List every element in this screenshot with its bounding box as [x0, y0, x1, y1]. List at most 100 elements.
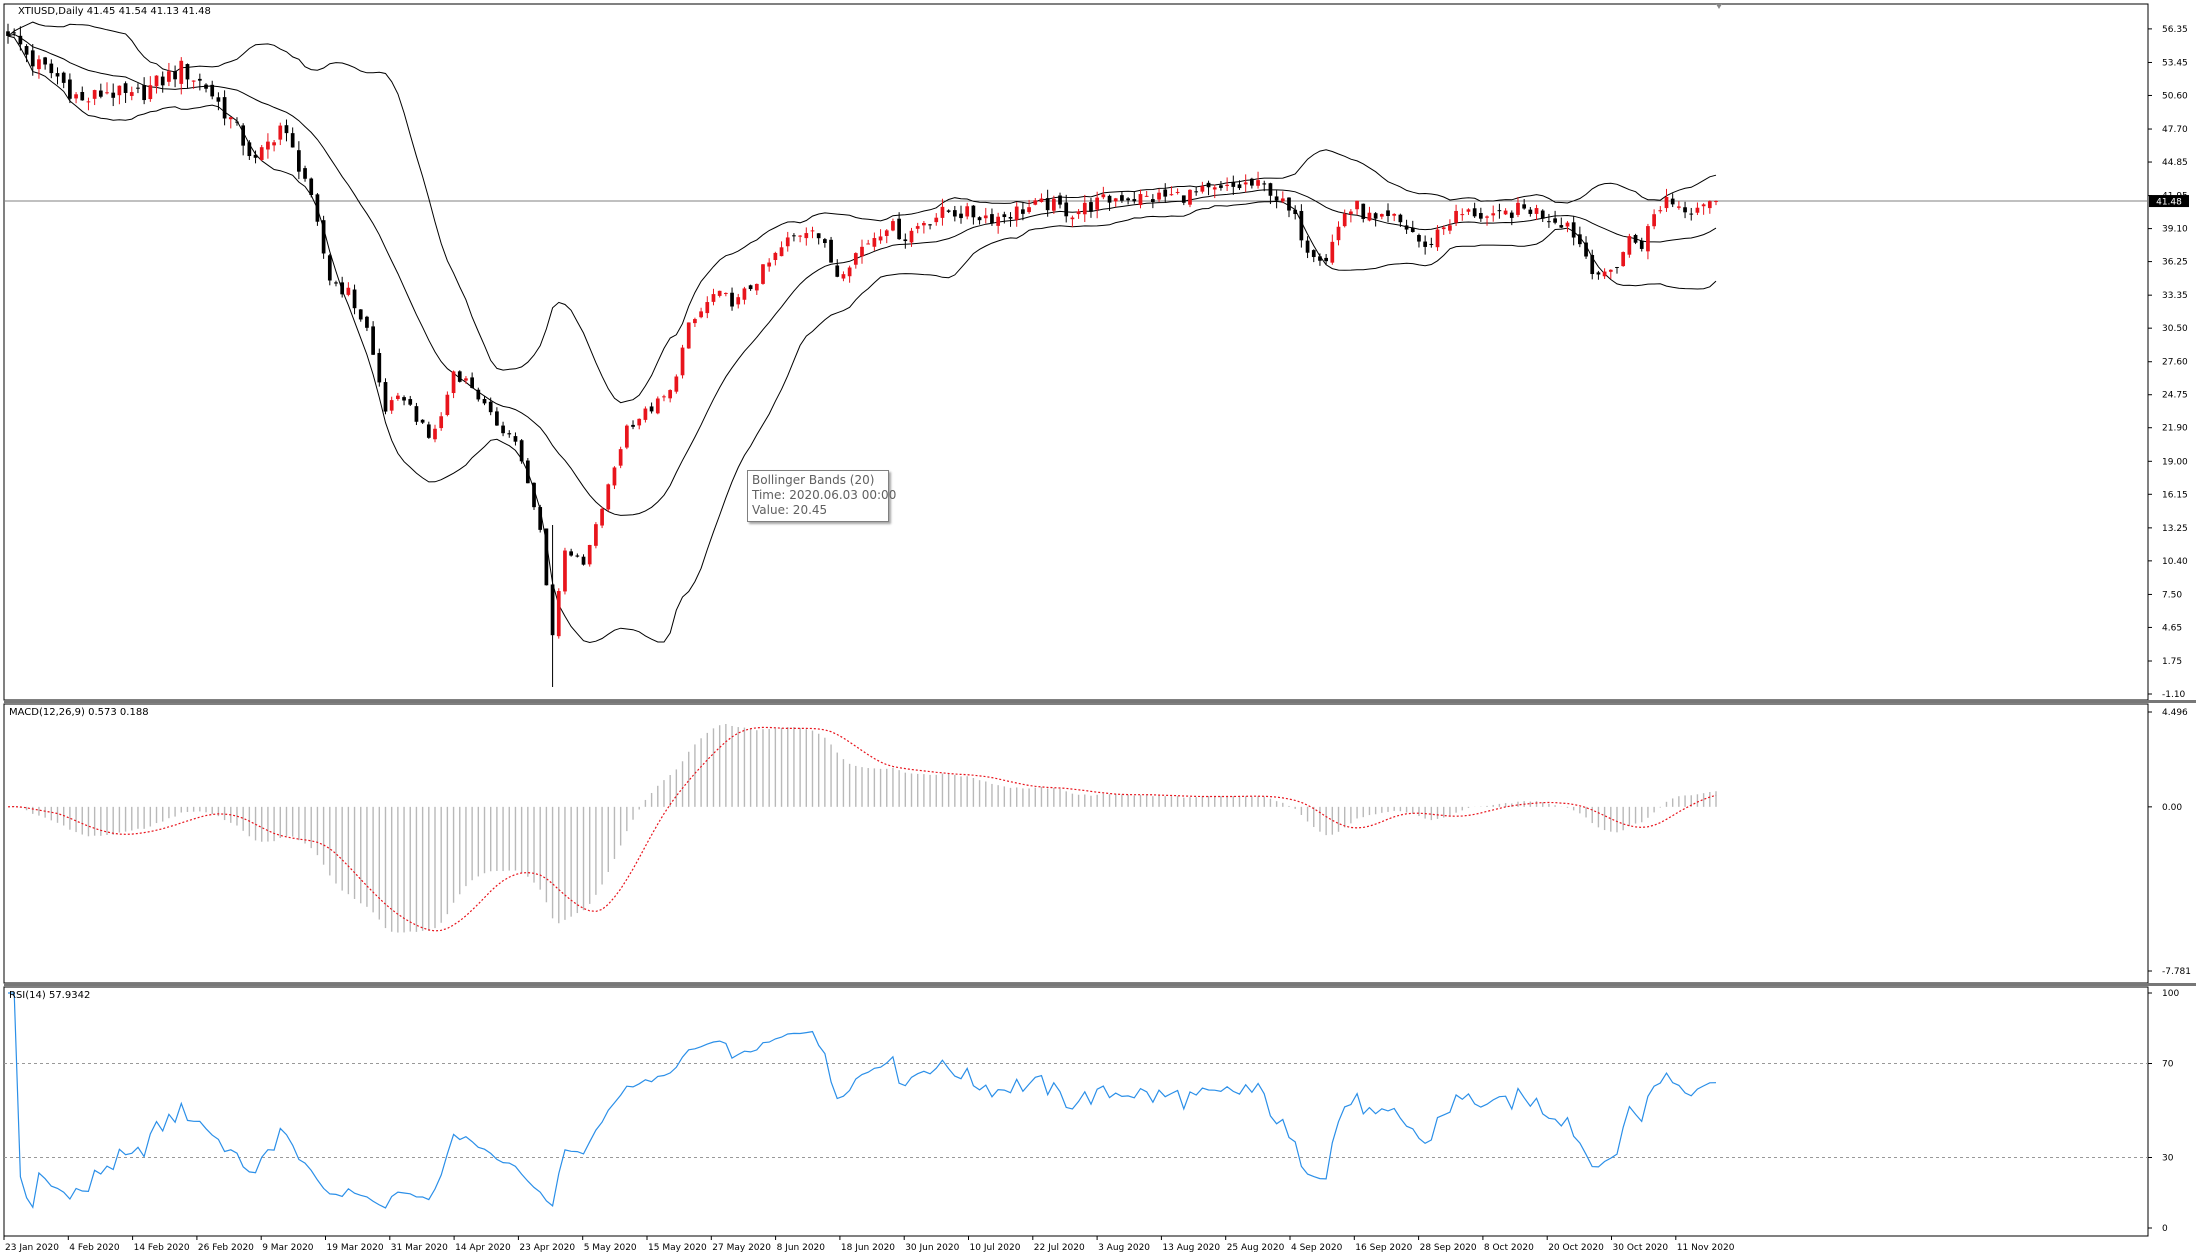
candle-body [792, 235, 796, 237]
candle-body [1509, 212, 1514, 218]
candle-body [1577, 234, 1582, 245]
candle-body [1169, 194, 1174, 196]
candle-body [334, 282, 338, 284]
candle-body [247, 142, 252, 157]
date-tick-label: 18 Jun 2020 [841, 1243, 895, 1253]
candle-body [1014, 206, 1019, 221]
candle-body [1305, 240, 1310, 253]
candle-body [872, 238, 877, 247]
candle-body [1027, 207, 1031, 213]
candle-body [266, 141, 270, 150]
candle-body [1051, 198, 1056, 211]
candle-body [928, 224, 932, 226]
date-tick-label: 31 Mar 2020 [391, 1243, 448, 1253]
candle-body [1120, 195, 1124, 201]
candle-body [971, 205, 976, 218]
candle-body [1466, 209, 1471, 212]
candle-body [476, 389, 481, 400]
candle-body [420, 419, 425, 423]
price-tick-label: 47.70 [2162, 125, 2188, 135]
candle-body [1287, 197, 1291, 211]
candle-body [396, 395, 400, 399]
candle-body [835, 265, 840, 277]
candle-body [278, 125, 283, 140]
candle-body [1262, 183, 1267, 185]
candle-body [1349, 211, 1353, 215]
candle-body [327, 255, 332, 281]
candle-body [321, 220, 326, 254]
candle-body [816, 233, 821, 239]
candle-body [959, 213, 963, 219]
candle-body [996, 216, 1001, 226]
candle-body [1460, 214, 1465, 216]
candle-body [1293, 209, 1298, 215]
candle-body [637, 418, 642, 426]
candle-body [433, 428, 437, 440]
candle-body [693, 319, 697, 324]
candle-body [606, 484, 611, 510]
candle-body [204, 84, 208, 89]
candle-body [922, 222, 926, 226]
date-tick-label: 14 Feb 2020 [134, 1243, 190, 1253]
price-tick-label: 50.60 [2162, 91, 2188, 101]
candle-body [847, 267, 852, 277]
candle-body [92, 90, 97, 99]
candle-body [773, 252, 778, 260]
price-tick-label: 30.50 [2162, 324, 2188, 334]
candle-body [823, 239, 827, 244]
candle-body [501, 425, 505, 434]
price-tick-label: 7.50 [2162, 590, 2182, 600]
candle-body [61, 72, 66, 83]
candle-body [884, 230, 889, 236]
candle-body [358, 309, 363, 320]
candle-body [699, 311, 703, 318]
candle-body [1602, 271, 1607, 277]
candle-body [235, 121, 239, 123]
chart-canvas[interactable]: 56.3553.4550.6047.7044.8541.9539.1036.25… [0, 0, 2196, 1260]
candle-body [1528, 209, 1533, 214]
candle-body [1522, 204, 1527, 209]
candle-body [1627, 236, 1632, 255]
price-tick-label: 13.25 [2162, 524, 2188, 534]
candle-body [1280, 198, 1285, 202]
candle-body [377, 353, 382, 383]
candle-body [1336, 226, 1341, 241]
candle-body [1070, 217, 1075, 220]
candle-body [55, 73, 60, 77]
candle-body [1596, 272, 1601, 275]
candle-body [185, 64, 190, 80]
candle-body [711, 294, 716, 302]
candle-body [457, 371, 462, 382]
candle-body [1064, 202, 1069, 217]
date-tick-label: 25 Aug 2020 [1227, 1243, 1285, 1253]
candle-body [1175, 191, 1180, 193]
candle-body [717, 290, 722, 296]
candle-body [1330, 241, 1335, 263]
candle-body [1089, 202, 1093, 212]
candle-body [210, 84, 215, 97]
candle-body [303, 168, 307, 179]
candle-body [98, 90, 103, 97]
candle-body [1398, 214, 1403, 223]
candle-body [1646, 226, 1650, 252]
date-tick-label: 20 Oct 2020 [1548, 1243, 1604, 1253]
candle-body [946, 210, 951, 212]
candle-body [662, 396, 666, 398]
candle-body [1417, 235, 1421, 242]
candle-body [525, 460, 530, 484]
candle-body [1639, 240, 1644, 249]
candle-body [1677, 206, 1681, 208]
candle-body [111, 92, 116, 98]
candle-body [563, 550, 567, 592]
candle-body [934, 217, 939, 223]
candle-body [68, 79, 72, 99]
candle-body [37, 59, 41, 70]
price-tick-label: 27.60 [2162, 358, 2188, 368]
candle-body [346, 287, 351, 295]
candle-body [1311, 250, 1316, 258]
price-tick-label: 44.85 [2162, 158, 2188, 168]
date-tick-label: 28 Sep 2020 [1420, 1243, 1477, 1253]
candle-body [624, 425, 629, 448]
candle-body [1008, 217, 1013, 219]
candle-body [779, 247, 784, 257]
